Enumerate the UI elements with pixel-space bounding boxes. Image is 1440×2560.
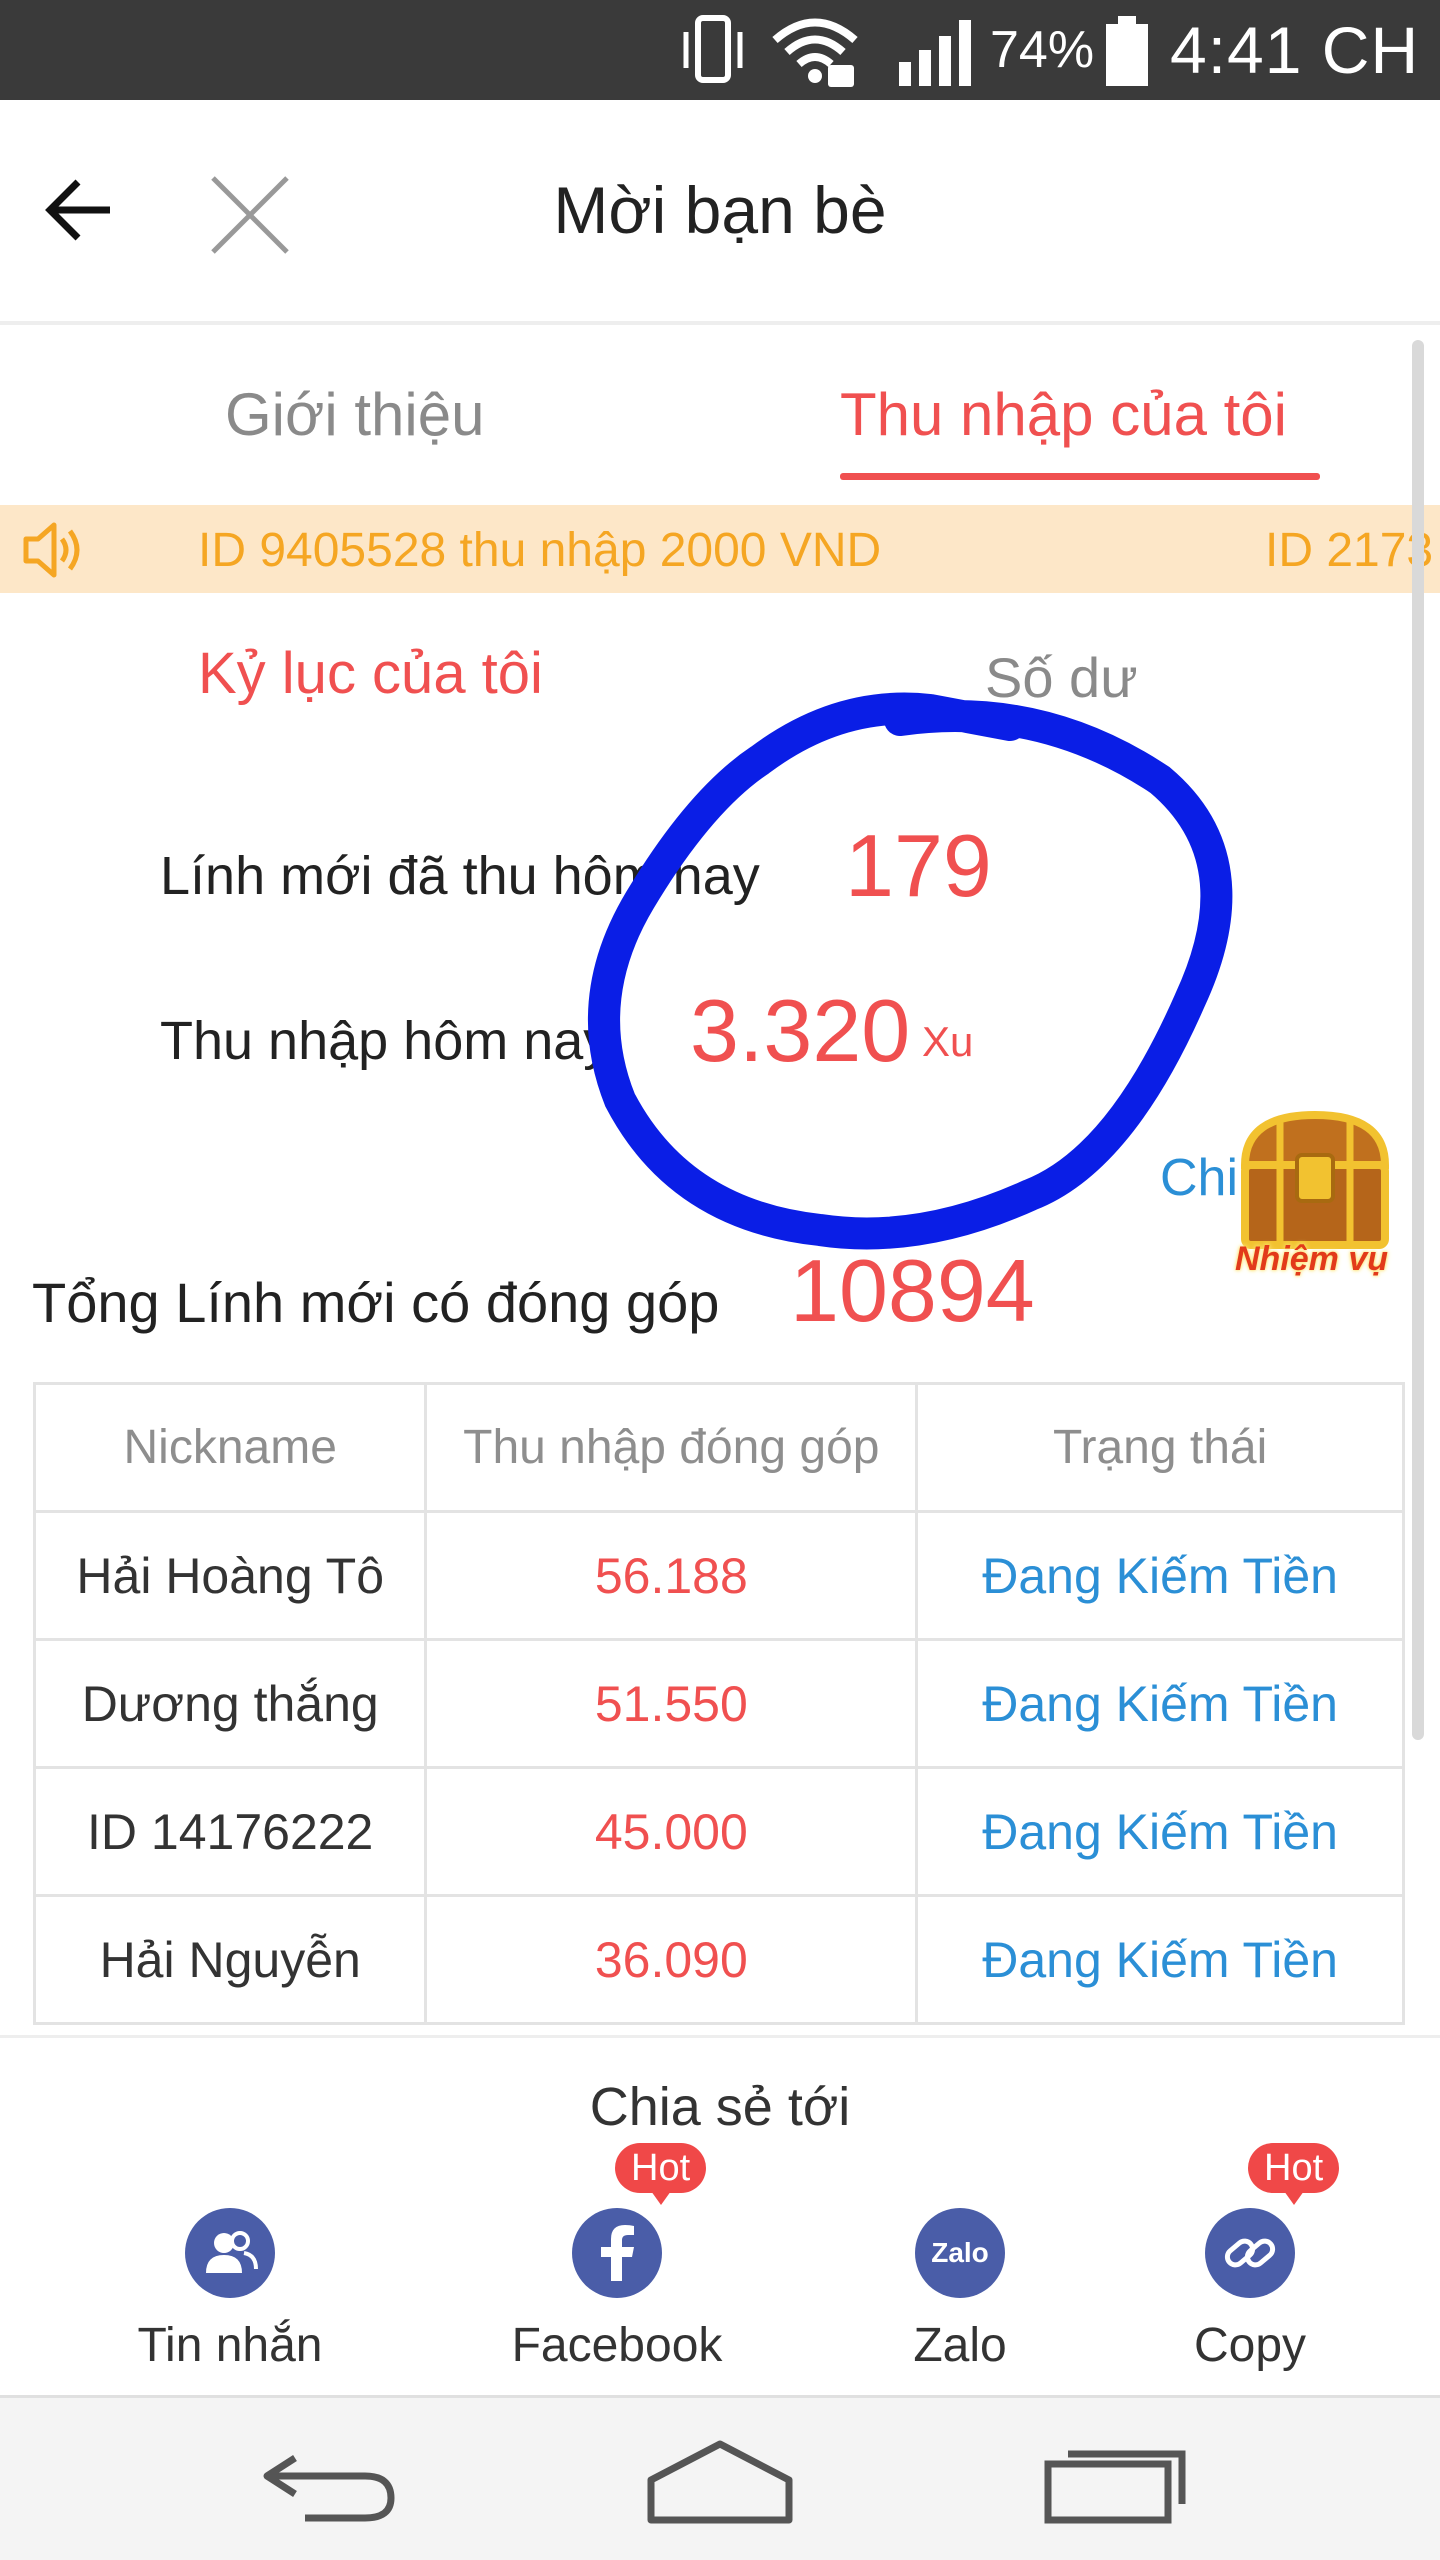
new-recruits-label: Lính mới đã thu hôm nay [160,846,760,906]
vibrate-icon [680,0,750,100]
income-unit: Xu [922,1018,974,1065]
status-cell[interactable]: Đang Kiếm Tiền [915,1766,1405,1897]
scrollbar[interactable] [1412,340,1424,1740]
speaker-icon [18,515,88,585]
nickname-cell: Hải Nguyễn [32,1894,428,2025]
hot-badge: Hot [1248,2143,1340,2205]
nickname-cell: ID 14176222 [32,1766,428,1897]
today-income-value: 3.320 [690,981,911,1080]
announcement-marquee: ID 9405528 thu nhập 2000 VND ID 2173 [0,505,1440,593]
column-header-contribution: Thu nhập đóng góp [424,1382,919,1513]
share-messages-button[interactable]: Tin nhắn [100,2038,360,2398]
column-header-status: Trạng thái [915,1382,1405,1513]
table-row: Hải Nguyễn 36.090 Đang Kiếm Tiền [32,1894,1405,2025]
tab-bar: Giới thiệu Thu nhập của tôi [0,330,1410,500]
tab-my-income[interactable]: Thu nhập của tôi [840,380,1287,480]
nav-home-button[interactable] [645,2438,795,2528]
nav-back-button[interactable] [255,2438,405,2528]
column-header-nickname: Nickname [32,1382,428,1513]
total-recruits-label: Tổng Lính mới có đóng góp [32,1271,720,1334]
zalo-icon: Zalo [915,2208,1005,2298]
total-recruits-value: 10894 [790,1241,1035,1340]
wifi-lock-icon [770,0,860,100]
table-row: Hải Hoàng Tô 56.188 Đang Kiếm Tiền [32,1510,1405,1641]
share-label: Tin nhắn [137,2319,323,2372]
table-header-row: Nickname Thu nhập đóng góp Trạng thái [32,1382,1405,1513]
link-icon [1205,2208,1295,2298]
nav-recents-icon [1044,2450,1186,2524]
share-facebook-button[interactable]: Hot Facebook [487,2038,747,2398]
zalo-logo-text: Zalo [931,2237,989,2268]
nickname-cell: Hải Hoàng Tô [32,1510,428,1641]
status-bar: 74% 4:41 CH [0,0,1440,100]
share-label: Zalo [913,2319,1007,2372]
balance-label[interactable]: Số dư [985,645,1138,710]
today-income-label: Thu nhập hôm nay [160,1011,611,1071]
hot-badge: Hot [615,2143,707,2205]
status-cell[interactable]: Đang Kiếm Tiền [915,1510,1405,1641]
contribution-cell: 56.188 [424,1510,919,1641]
app-header: Mời bạn bè [0,100,1440,325]
contribution-cell: 51.550 [424,1638,919,1769]
share-label: Facebook [511,2319,723,2372]
clock: 4:41 CH [1170,13,1420,87]
battery-percent: 74% [990,21,1095,79]
my-record-label[interactable]: Kỷ lục của tôi [198,640,543,707]
share-zalo-button[interactable]: Zalo Zalo [830,2038,1090,2398]
contribution-cell: 36.090 [424,1894,919,2025]
nickname-cell: Dương thắng [32,1638,428,1769]
marquee-item: ID 9405528 thu nhập 2000 VND [198,524,882,577]
status-cell[interactable]: Đang Kiếm Tiền [915,1894,1405,2025]
new-recruits-value: 179 [845,816,992,915]
mission-label[interactable]: Nhiệm vụ [1235,1240,1388,1279]
marquee-item: ID 2173 [1265,524,1434,577]
page-title: Mời bạn bè [553,173,887,247]
tab-introduction[interactable]: Giới thiệu [225,380,484,480]
table-row: Dương thắng 51.550 Đang Kiếm Tiền [32,1638,1405,1769]
active-tab-indicator [840,473,1320,480]
nav-back-icon [263,2455,395,2522]
share-label: Copy [1193,2319,1307,2372]
contributors-table: Nickname Thu nhập đóng góp Trạng thái Hả… [32,1382,1405,2025]
share-panel: Chia sẻ tới Tin nhắn Hot Facebook Zalo Z… [0,2035,1440,2395]
contacts-icon [185,2208,275,2298]
status-cell[interactable]: Đang Kiếm Tiền [915,1638,1405,1769]
contribution-cell: 45.000 [424,1766,919,1897]
system-nav-bar [0,2395,1440,2560]
signal-icon [895,0,985,100]
nav-recents-button[interactable] [1040,2438,1190,2528]
battery-icon [1102,0,1152,100]
table-row: ID 14176222 45.000 Đang Kiếm Tiền [32,1766,1405,1897]
facebook-icon [572,2208,662,2298]
share-copy-button[interactable]: Hot Copy [1120,2038,1380,2398]
nav-home-icon [647,2440,793,2524]
